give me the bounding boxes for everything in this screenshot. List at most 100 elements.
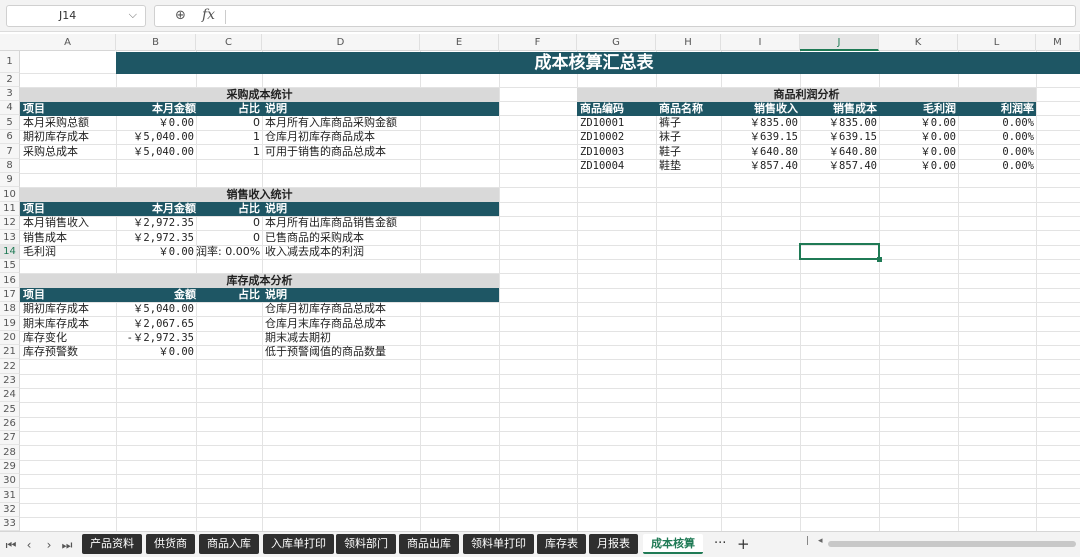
table-cell[interactable]: ￥5,040.00 xyxy=(116,302,194,316)
row-header[interactable]: 4 xyxy=(0,101,20,115)
table-cell[interactable]: 本月所有入库商品采购金额 xyxy=(265,116,397,130)
zoom-icon[interactable]: ⊕ xyxy=(175,8,186,23)
column-header-l[interactable]: L xyxy=(958,34,1036,51)
table-cell[interactable]: 0.00% xyxy=(958,159,1034,173)
row-header[interactable]: 19 xyxy=(0,316,20,331)
row-header[interactable]: 33 xyxy=(0,517,20,531)
table-cell[interactable]: ￥5,040.00 xyxy=(116,130,194,144)
table-cell[interactable]: 采购总成本 xyxy=(23,145,78,159)
table-cell[interactable]: ￥0.00 xyxy=(116,245,194,259)
name-box[interactable]: J14 ⌵ xyxy=(6,5,146,27)
row-header[interactable]: 1 xyxy=(0,51,20,73)
row-header[interactable]: 23 xyxy=(0,374,20,388)
table-cell[interactable]: ZD10002 xyxy=(580,130,624,144)
row-header[interactable]: 11 xyxy=(0,202,20,216)
row-header[interactable]: 13 xyxy=(0,230,20,245)
row-header[interactable]: 26 xyxy=(0,417,20,431)
last-sheet-icon[interactable]: ⏭ xyxy=(60,536,74,554)
row-header[interactable]: 22 xyxy=(0,359,20,374)
table-cell[interactable]: ￥2,972.35 xyxy=(116,231,194,245)
table-cell[interactable]: 仓库月末库存商品总成本 xyxy=(265,317,386,331)
table-cell[interactable]: 期初库存成本 xyxy=(23,302,89,316)
table-cell[interactable]: ￥2,067.65 xyxy=(116,317,194,331)
table-cell[interactable]: 期末减去期初 xyxy=(265,331,331,345)
column-header-e[interactable]: E xyxy=(420,34,499,51)
table-cell[interactable]: 本月销售收入 xyxy=(23,216,89,230)
table-cell[interactable]: 期末库存成本 xyxy=(23,317,89,331)
row-header[interactable]: 27 xyxy=(0,431,20,445)
table-cell[interactable]: 0.00% xyxy=(958,145,1034,159)
selected-cell[interactable] xyxy=(799,243,880,260)
column-header-b[interactable]: B xyxy=(116,34,196,51)
table-cell[interactable]: ￥639.15 xyxy=(721,130,798,144)
table-cell[interactable]: 毛利润 xyxy=(23,245,56,259)
column-header-m[interactable]: M xyxy=(1036,34,1080,51)
scroll-left-icon[interactable]: ◂ xyxy=(818,536,823,546)
table-cell[interactable]: ZD10001 xyxy=(580,116,624,130)
row-header[interactable]: 29 xyxy=(0,460,20,474)
table-cell[interactable]: ￥639.15 xyxy=(800,130,877,144)
table-cell[interactable]: 收入减去成本的利润 xyxy=(265,245,364,259)
row-header[interactable]: 15 xyxy=(0,259,20,273)
column-header-j[interactable]: J xyxy=(800,34,879,51)
table-cell[interactable]: 0.00% xyxy=(958,130,1034,144)
column-header-h[interactable]: H xyxy=(656,34,721,51)
spreadsheet-grid[interactable]: 成本核算汇总表 采购成本统计 项目 本月金额 占比 说明 本月采购总额 ￥0.0… xyxy=(20,51,1080,531)
row-header[interactable]: 6 xyxy=(0,130,20,144)
table-cell[interactable]: 本月采购总额 xyxy=(23,116,89,130)
row-header[interactable]: 3 xyxy=(0,87,20,101)
sheet-tab[interactable]: 产品资料 xyxy=(82,534,142,554)
table-cell[interactable]: 0.00% xyxy=(958,116,1034,130)
row-header[interactable]: 12 xyxy=(0,216,20,230)
table-cell[interactable]: 销售成本 xyxy=(23,231,67,245)
sheet-tab[interactable]: 供货商 xyxy=(146,534,195,554)
table-cell[interactable]: 1 xyxy=(196,145,260,159)
row-header[interactable]: 20 xyxy=(0,331,20,345)
row-header[interactable]: 31 xyxy=(0,488,20,503)
table-cell[interactable]: 本月所有出库商品销售金额 xyxy=(265,216,397,230)
table-cell[interactable]: 期初库存成本 xyxy=(23,130,89,144)
sheet-tab[interactable]: 入库单打印 xyxy=(263,534,334,554)
fx-icon[interactable]: fx xyxy=(202,7,215,23)
formula-input[interactable]: ⊕ fx xyxy=(154,5,1076,27)
row-header[interactable]: 10 xyxy=(0,187,20,202)
table-cell[interactable]: 润率: 0.00% xyxy=(196,245,260,259)
sheet-tab[interactable]: 月报表 xyxy=(589,534,638,554)
chevron-down-icon[interactable]: ⌵ xyxy=(129,8,137,22)
row-header[interactable]: 24 xyxy=(0,388,20,402)
table-cell[interactable]: ZD10004 xyxy=(580,159,624,173)
table-cell[interactable]: 裤子 xyxy=(659,116,681,130)
more-sheets-icon[interactable]: ··· xyxy=(714,534,726,554)
table-cell[interactable]: 库存预警数 xyxy=(23,345,78,359)
row-header[interactable]: 5 xyxy=(0,115,20,130)
table-cell[interactable]: 0 xyxy=(196,216,260,230)
table-cell[interactable]: 袜子 xyxy=(659,130,681,144)
table-cell[interactable]: ￥835.00 xyxy=(721,116,798,130)
sheet-tab[interactable]: 商品出库 xyxy=(399,534,459,554)
column-header-a[interactable]: A xyxy=(20,34,116,51)
column-header-k[interactable]: K xyxy=(879,34,958,51)
row-header[interactable]: 30 xyxy=(0,474,20,488)
row-header[interactable]: 7 xyxy=(0,144,20,159)
fill-handle[interactable] xyxy=(877,257,882,262)
column-header-f[interactable]: F xyxy=(499,34,577,51)
add-sheet-icon[interactable]: + xyxy=(737,534,750,554)
table-cell[interactable]: 已售商品的采购成本 xyxy=(265,231,364,245)
sheet-tab[interactable]: 领料单打印 xyxy=(463,534,534,554)
row-header[interactable]: 18 xyxy=(0,302,20,316)
column-header-i[interactable]: I xyxy=(721,34,800,51)
row-header[interactable]: 25 xyxy=(0,402,20,417)
table-cell[interactable]: ￥0.00 xyxy=(879,159,956,173)
table-cell[interactable]: ￥640.80 xyxy=(721,145,798,159)
table-cell[interactable]: ￥0.00 xyxy=(879,116,956,130)
table-cell[interactable]: ZD10003 xyxy=(580,145,624,159)
table-cell[interactable]: 鞋垫 xyxy=(659,159,681,173)
row-header[interactable]: 9 xyxy=(0,173,20,187)
table-cell[interactable]: 库存变化 xyxy=(23,331,67,345)
table-cell[interactable]: ￥0.00 xyxy=(879,145,956,159)
table-cell[interactable]: ￥857.40 xyxy=(800,159,877,173)
sheet-tab[interactable]: 领料部门 xyxy=(336,534,396,554)
row-header[interactable]: 8 xyxy=(0,159,20,173)
table-cell[interactable]: 低于预警阈值的商品数量 xyxy=(265,345,386,359)
horizontal-scrollbar[interactable] xyxy=(828,541,1076,547)
